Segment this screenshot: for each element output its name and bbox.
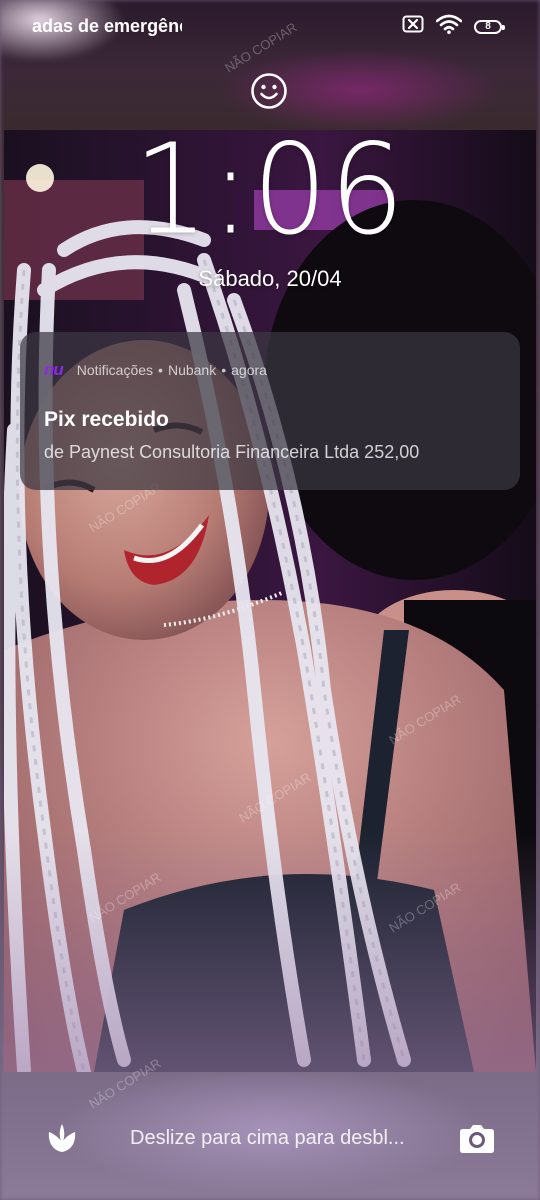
smiley-icon[interactable] [250,72,288,110]
lock-bottom-bar: Deslize para cima para desbl... [0,1110,540,1170]
status-bar: adas de emergência 8 [0,0,540,54]
separator: • [221,362,227,378]
notification-card[interactable]: nu Notificações • Nubank • agora Pix rec… [20,332,520,490]
separator: • [158,362,163,378]
camera-icon[interactable] [458,1121,496,1155]
unlock-hint: Deslize para cima para desbl... [130,1127,405,1149]
notification-app-name: Nubank [167,362,217,378]
leaf-icon[interactable] [44,1120,80,1156]
notification-title: Pix recebido [44,408,169,431]
notification-channel: Notificações [76,362,154,378]
battery-level: 8 [485,21,491,32]
clock-time: 1:06 [133,115,407,263]
wifi-icon [435,14,463,39]
notification-time: agora [231,362,267,378]
status-icons: 8 [402,14,505,39]
sim-off-icon [402,15,424,38]
lock-date: Sábado, 20/04 [198,266,342,291]
notification-header: nu Notificações • Nubank • agora [44,360,496,380]
lock-clock: 1:06 [0,126,540,251]
battery-icon: 8 [474,19,505,34]
status-carrier-text: adas de emergência [32,16,182,36]
nubank-icon: nu [44,360,64,379]
notification-body: de Paynest Consultoria Financeira Ltda 2… [44,442,420,462]
